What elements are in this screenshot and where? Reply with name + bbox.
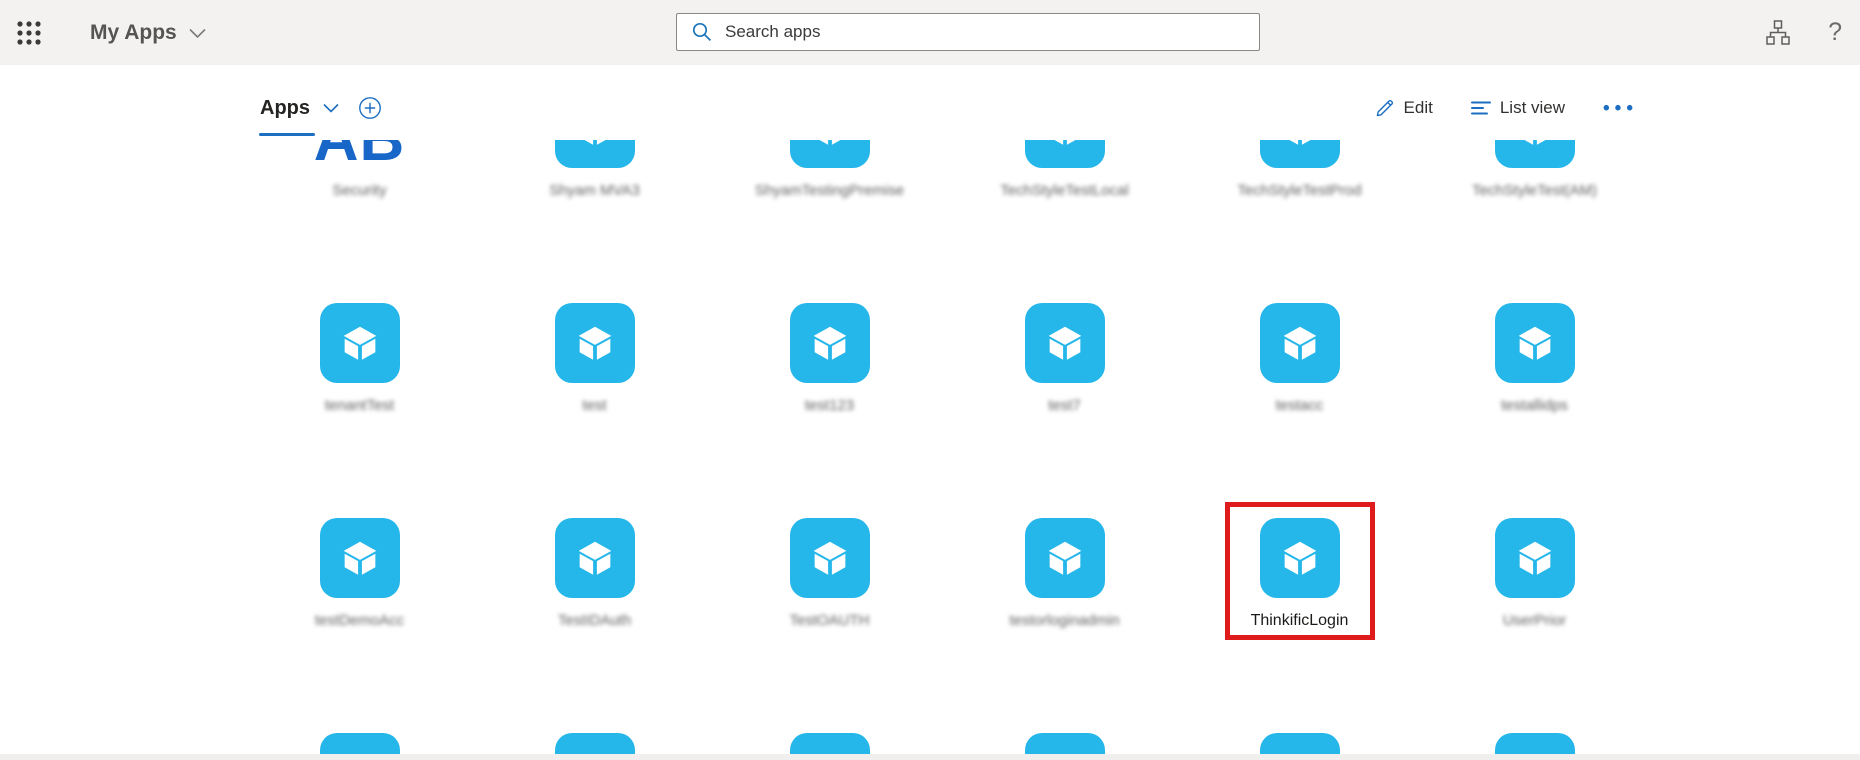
app-tile[interactable]: TestOAUTH: [712, 518, 947, 632]
app-label: testacc: [1275, 397, 1324, 414]
app-icon: [789, 518, 870, 598]
cube-icon: [813, 326, 846, 360]
add-collection-icon[interactable]: [358, 96, 382, 120]
app-label: tenantTest: [324, 397, 395, 414]
app-tile[interactable]: TechStyleTestLocal: [947, 140, 1182, 202]
app-label: test123: [804, 397, 855, 414]
cube-icon: [1283, 326, 1316, 360]
app-label: TechStyleTestProd: [1237, 182, 1362, 199]
app-tile[interactable]: test123: [712, 303, 947, 417]
tab-apps[interactable]: Apps: [260, 97, 310, 120]
cube-icon: [578, 541, 611, 575]
apps-chevron-down-icon[interactable]: [323, 103, 339, 113]
app-tile[interactable]: ThinkificLogin: [1182, 502, 1417, 640]
cube-icon: [1054, 140, 1075, 145]
app-icon: [1494, 518, 1575, 598]
topbar: My Apps ?: [0, 0, 1860, 65]
app-icon: [554, 140, 635, 168]
app-tile[interactable]: TechStyleTest(AM): [1417, 140, 1652, 202]
app-label: TestOAUTH: [789, 612, 870, 629]
app-icon: [554, 518, 635, 598]
app-icon: [1024, 518, 1105, 598]
app-icon: [1024, 303, 1105, 383]
app-icon: [1494, 303, 1575, 383]
search-icon: [691, 21, 713, 43]
search-box[interactable]: [676, 13, 1260, 51]
app-tile[interactable]: ShyamTestingPremise: [712, 140, 947, 202]
app-icon: [1024, 140, 1105, 168]
app-logo-text: AB: [314, 140, 406, 170]
app-tile[interactable]: testorloginadmin: [947, 518, 1182, 632]
app-tile[interactable]: test7: [947, 303, 1182, 417]
cube-icon: [343, 326, 376, 360]
waffle-menu-icon[interactable]: [16, 20, 42, 46]
app-tile[interactable]: Shyam MVA3: [477, 140, 712, 202]
app-label: test: [582, 397, 607, 414]
app-tile[interactable]: tenantTest: [242, 303, 477, 417]
cube-icon: [1518, 541, 1551, 575]
app-tile[interactable]: TestIDAuth: [477, 518, 712, 632]
cube-icon: [578, 326, 611, 360]
app-label: test7: [1048, 397, 1081, 414]
app-label: ShyamTestingPremise: [754, 182, 905, 199]
app-icon: [554, 303, 635, 383]
app-tile[interactable]: UserPrior: [1417, 518, 1652, 632]
app-tile[interactable]: testallidps: [1417, 303, 1652, 417]
tile-row: AB Security Shyam MVA3: [242, 140, 1652, 202]
page-title: My Apps: [90, 20, 177, 44]
app-tile[interactable]: test: [477, 303, 712, 417]
app-label: Security: [332, 182, 387, 199]
app-icon: [1259, 140, 1340, 168]
cube-icon: [819, 140, 840, 145]
chevron-down-icon: [189, 21, 206, 45]
cube-icon: [1518, 326, 1551, 360]
app-title-dropdown[interactable]: My Apps: [90, 0, 206, 65]
highlight-frame: [1224, 502, 1375, 640]
app-label: UserPrior: [1502, 612, 1567, 629]
app-tile[interactable]: testacc: [1182, 303, 1417, 417]
list-view-button[interactable]: List view: [1470, 98, 1566, 118]
app-tile[interactable]: testDemoAcc: [242, 518, 477, 632]
cube-icon: [1048, 326, 1081, 360]
list-view-label: List view: [1499, 98, 1566, 117]
more-options-button[interactable]: •••: [1603, 99, 1638, 118]
app-icon: [319, 303, 400, 383]
cube-icon: [1524, 140, 1545, 145]
view-controls: Edit List view •••: [1375, 98, 1638, 118]
apps-grid: AB Security Shyam MVA3: [0, 140, 1860, 760]
app-tile[interactable]: TechStyleTestProd: [1182, 140, 1417, 202]
app-label: Shyam MVA3: [549, 182, 640, 199]
topbar-right-icons: ?: [1764, 0, 1842, 65]
list-icon: [1470, 100, 1491, 116]
cube-icon: [813, 541, 846, 575]
app-label: testallidps: [1501, 397, 1568, 414]
app-icon: [789, 303, 870, 383]
search-input[interactable]: [725, 22, 1245, 42]
apps-tab-header: Apps: [260, 96, 382, 120]
cube-icon: [343, 541, 376, 575]
active-tab-indicator: [259, 133, 315, 136]
cube-icon: [584, 140, 605, 145]
app-label: testorloginadmin: [1009, 612, 1120, 629]
bottom-edge: [0, 754, 1860, 760]
app-icon: [1259, 303, 1340, 383]
app-label: testDemoAcc: [314, 612, 405, 629]
org-chart-icon[interactable]: [1764, 19, 1792, 47]
app-tile[interactable]: AB Security: [242, 140, 477, 202]
edit-button[interactable]: Edit: [1375, 98, 1433, 118]
app-label: TechStyleTestLocal: [1000, 182, 1129, 199]
app-label: TechStyleTest(AM): [1471, 182, 1598, 199]
app-icon: [789, 140, 870, 168]
pencil-icon: [1375, 98, 1395, 118]
app-icon: [1494, 140, 1575, 168]
help-icon[interactable]: ?: [1828, 18, 1842, 47]
tile-row: tenantTest test test123 test7 testacc te…: [242, 303, 1652, 417]
cube-icon: [1048, 541, 1081, 575]
app-icon: [319, 518, 400, 598]
cube-icon: [1289, 140, 1310, 145]
app-label: TestIDAuth: [557, 612, 632, 629]
tile-row: testDemoAcc TestIDAuth TestOAUTH testorl…: [242, 502, 1652, 640]
edit-label: Edit: [1403, 98, 1433, 117]
